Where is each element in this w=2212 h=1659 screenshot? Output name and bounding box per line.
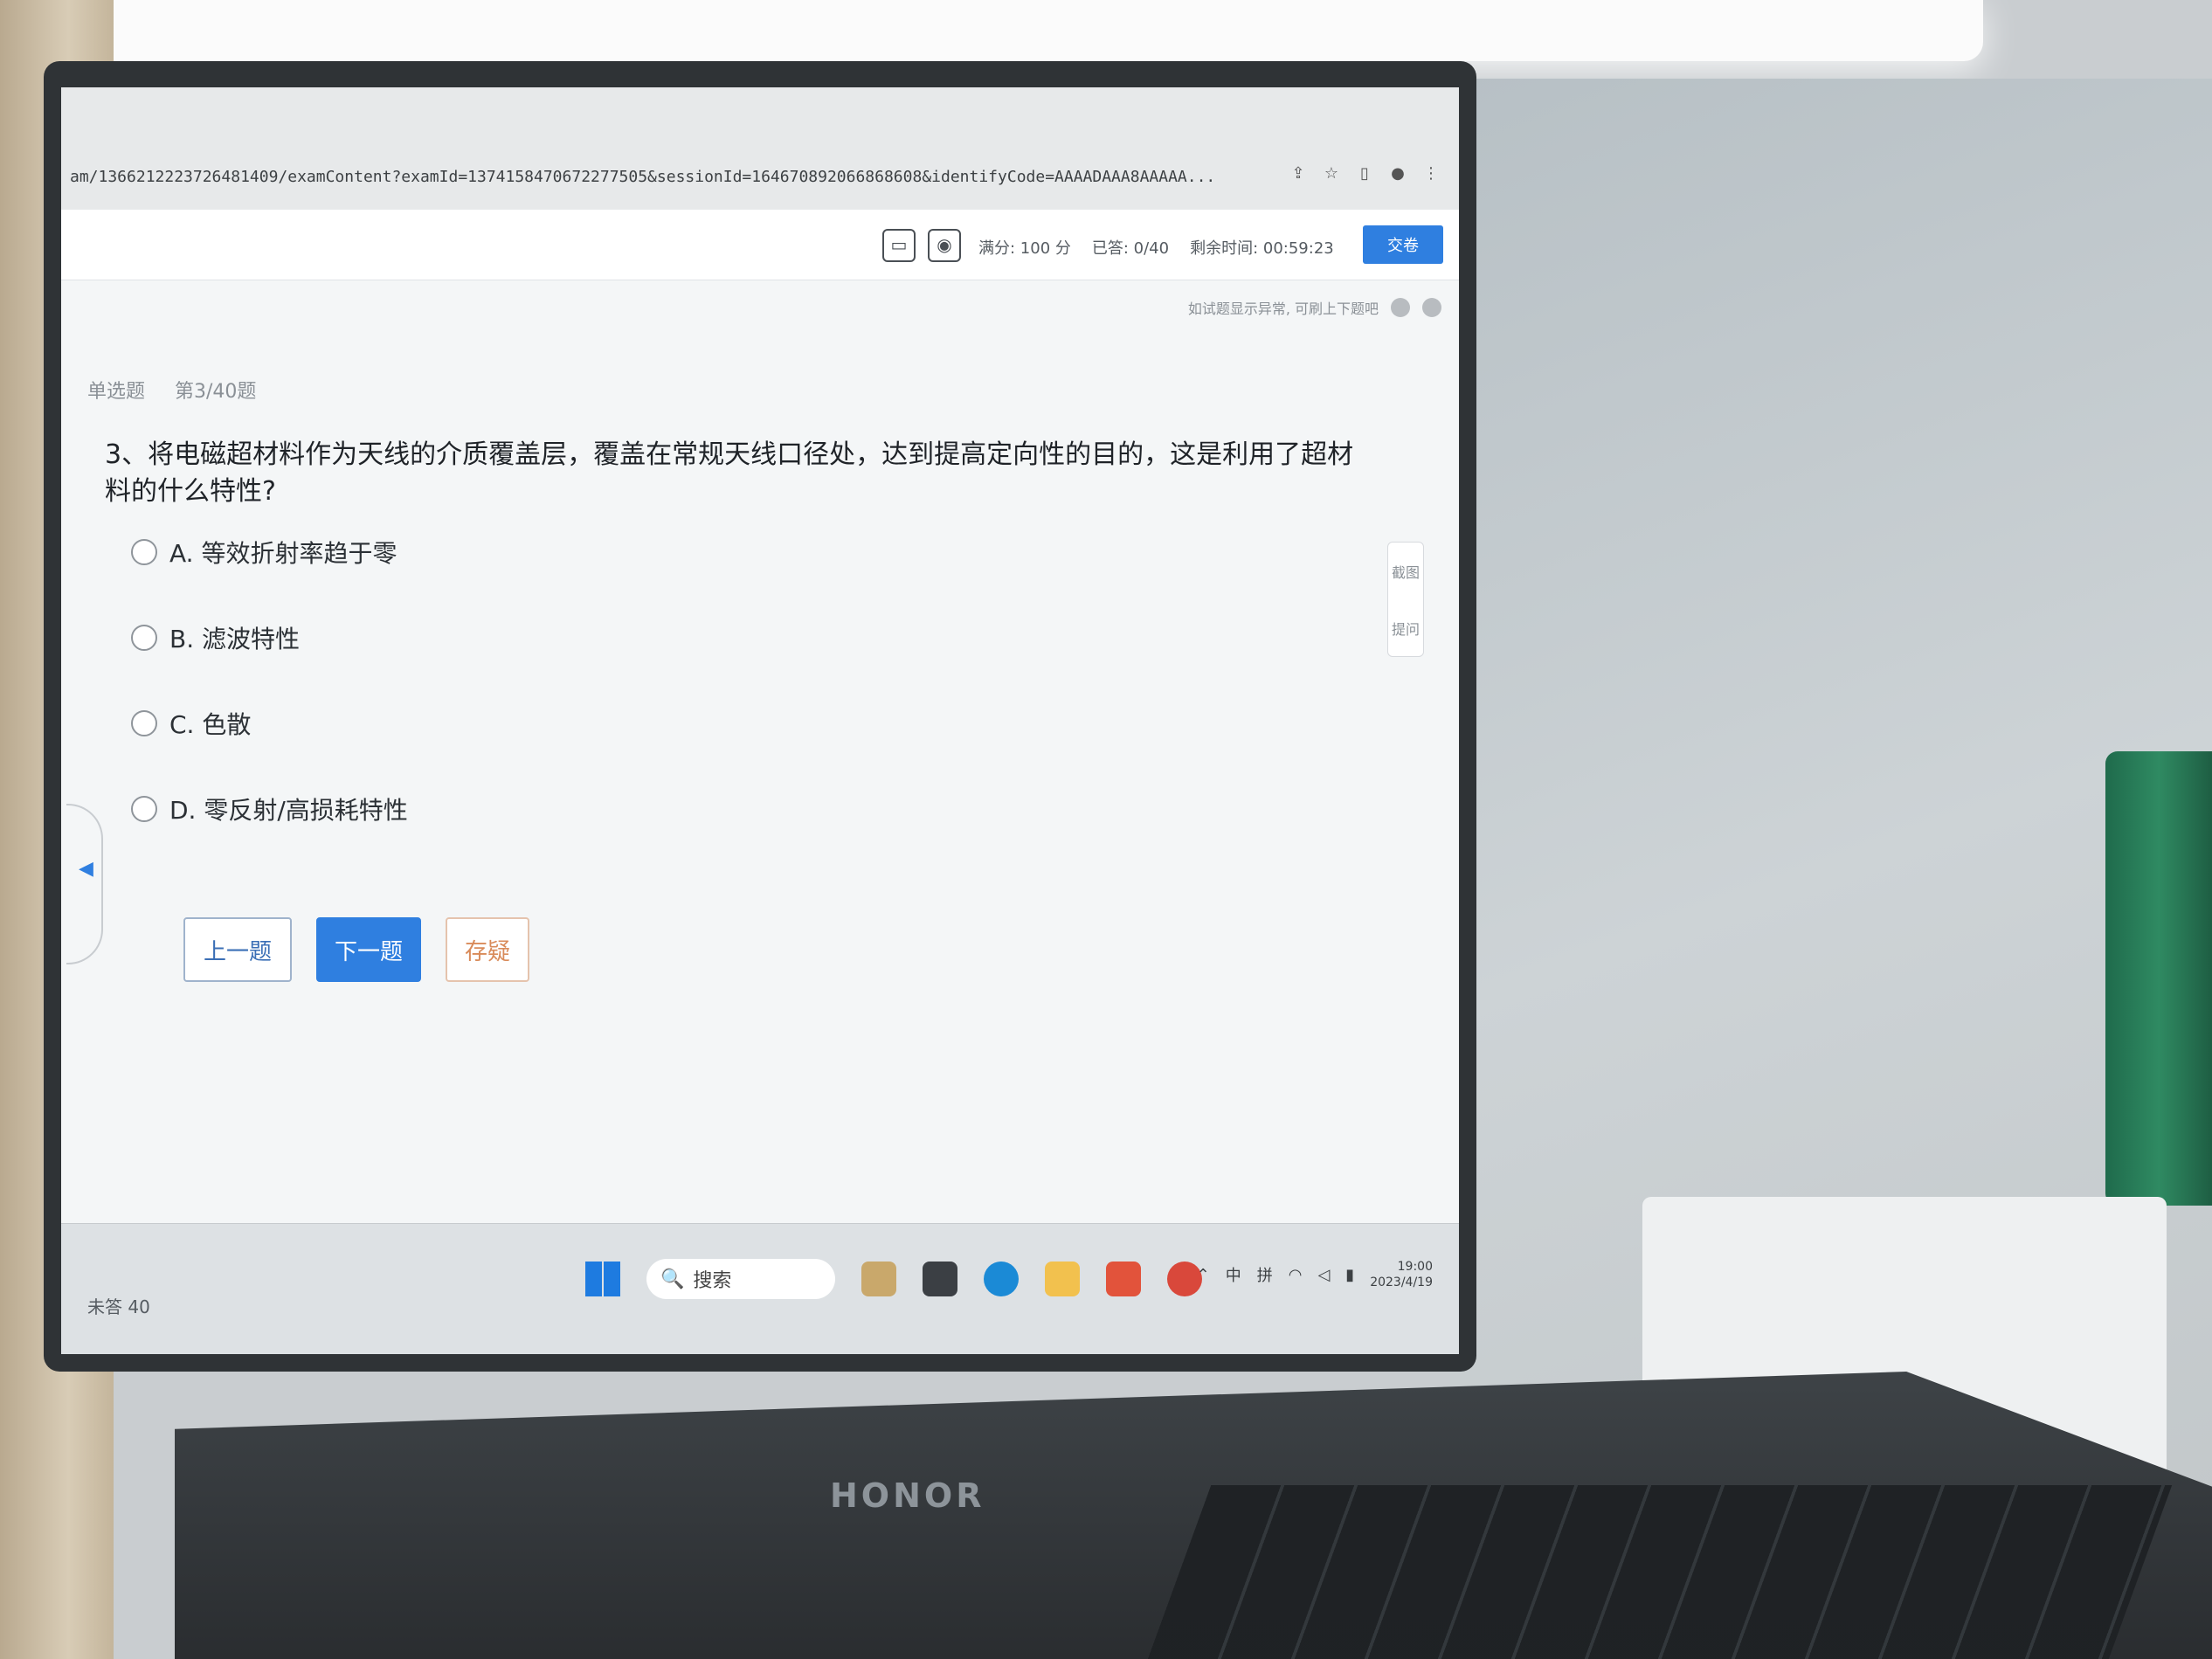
clock-date: 2023/4/19 (1370, 1275, 1433, 1290)
option-d[interactable]: D. 零反射/高损耗特性 (131, 781, 408, 837)
star-icon[interactable]: ☆ (1321, 164, 1342, 185)
arrow-left-icon: ◀ (79, 858, 93, 880)
monitor-icon[interactable]: ▭ (882, 229, 916, 262)
option-c[interactable]: C. 色散 (131, 695, 408, 751)
option-b[interactable]: B. 滤波特性 (131, 610, 408, 666)
question-meta: 单选题 第3/40题 (87, 376, 256, 404)
file-explorer-icon[interactable] (1045, 1262, 1080, 1296)
ask-tool[interactable]: 提问 (1392, 618, 1420, 639)
camera-icon[interactable]: ◉ (928, 229, 961, 262)
radio-d[interactable] (131, 796, 157, 822)
browser-toolbar: am/1366212223726481409/examContent?examI… (61, 87, 1459, 211)
radio-a[interactable] (131, 539, 157, 565)
hint-row: 如试题显示异常, 可刷上下题吧 (1188, 297, 1441, 318)
prev-question-button[interactable]: 上一题 (183, 917, 292, 982)
total-score: 满分: 100 分 (978, 239, 1071, 258)
panel-collapse-handle[interactable]: ◀ (66, 804, 103, 964)
share-icon[interactable]: ⇪ (1288, 164, 1309, 185)
wifi-icon[interactable]: ◠ (1289, 1266, 1303, 1284)
remaining-time: 剩余时间: 00:59:23 (1190, 239, 1334, 258)
answered-count: 已答: 0/40 (1091, 239, 1170, 258)
next-question-dot-icon[interactable] (1422, 298, 1441, 317)
task-view-icon[interactable] (923, 1262, 957, 1296)
chevron-up-icon[interactable]: ⌃ (1197, 1266, 1210, 1284)
widgets-icon[interactable] (861, 1262, 896, 1296)
option-a-label: A. 等效折射率趋于零 (169, 539, 397, 568)
submit-exam-button[interactable]: 交卷 (1363, 225, 1443, 264)
profile-icon[interactable]: ● (1387, 164, 1408, 185)
laptop-brand: HONOR (830, 1476, 985, 1515)
browser-actions: ⇪ ☆ ▯ ● ⋮ (1288, 164, 1441, 185)
ceiling-light (35, 0, 1983, 61)
sidebar-icon[interactable]: ▯ (1354, 164, 1375, 185)
menu-icon[interactable]: ⋮ (1421, 164, 1441, 185)
edge-browser-icon[interactable] (984, 1262, 1019, 1296)
system-tray: ⌃ 中 拼 ◠ ◁ ▮ 19:00 2023/4/19 (1197, 1259, 1433, 1290)
question-progress: 第3/40题 (175, 381, 257, 403)
prev-question-dot-icon[interactable] (1391, 298, 1410, 317)
system-clock[interactable]: 19:00 2023/4/19 (1370, 1259, 1433, 1290)
clock-time: 19:00 (1397, 1260, 1433, 1274)
question-navigation: 上一题 下一题 存疑 (183, 917, 529, 982)
exam-stats: 满分: 100 分 已答: 0/40 剩余时间: 00:59:23 (978, 236, 1334, 259)
exam-header: ▭ ◉ 满分: 100 分 已答: 0/40 剩余时间: 00:59:23 交卷 (61, 210, 1459, 280)
radio-c[interactable] (131, 710, 157, 736)
header-tools: ▭ ◉ (882, 229, 961, 262)
option-b-label: B. 滤波特性 (169, 625, 301, 653)
search-icon: 🔍 (660, 1268, 685, 1290)
unanswered-count: 未答 40 (87, 1296, 150, 1317)
next-question-button[interactable]: 下一题 (316, 917, 421, 982)
option-c-label: C. 色散 (169, 710, 252, 739)
search-label: 搜索 (693, 1270, 732, 1292)
input-lang-2[interactable]: 拼 (1257, 1263, 1273, 1286)
green-can (2105, 751, 2212, 1206)
laptop-screen: am/1366212223726481409/examContent?examI… (61, 87, 1459, 1354)
taskbar-apps: 🔍 搜索 (585, 1259, 1202, 1299)
volume-icon[interactable]: ◁ (1317, 1266, 1330, 1284)
battery-icon[interactable]: ▮ (1345, 1266, 1354, 1284)
search-app-icon[interactable] (1106, 1262, 1141, 1296)
side-tools-panel: 截图 提问 (1387, 542, 1424, 657)
option-a[interactable]: A. 等效折射率趋于零 (131, 524, 408, 580)
laptop-keyboard (1147, 1485, 2173, 1659)
taskbar-search[interactable]: 🔍 搜索 (646, 1259, 835, 1299)
windows-start-icon[interactable] (585, 1262, 620, 1296)
question-text: 3、将电磁超材料作为天线的介质覆盖层，覆盖在常规天线口径处，达到提高定向性的目的… (105, 439, 1354, 507)
mark-doubt-button[interactable]: 存疑 (446, 917, 529, 982)
hint-text: 如试题显示异常, 可刷上下题吧 (1187, 301, 1379, 317)
answer-options: A. 等效折射率趋于零 B. 滤波特性 C. 色散 D. 零反射/高损耗特性 (131, 524, 408, 867)
option-d-label: D. 零反射/高损耗特性 (169, 796, 408, 825)
screenshot-tool[interactable]: 截图 (1392, 561, 1420, 582)
windows-taskbar: 🔍 搜索 ⌃ 中 拼 ◠ ◁ ▮ 19:00 2023/4/19 (61, 1223, 1459, 1354)
question-type: 单选题 (87, 381, 146, 403)
radio-b[interactable] (131, 625, 157, 651)
address-bar[interactable]: am/1366212223726481409/examContent?examI… (70, 168, 1241, 186)
input-lang-1[interactable]: 中 (1226, 1263, 1241, 1286)
